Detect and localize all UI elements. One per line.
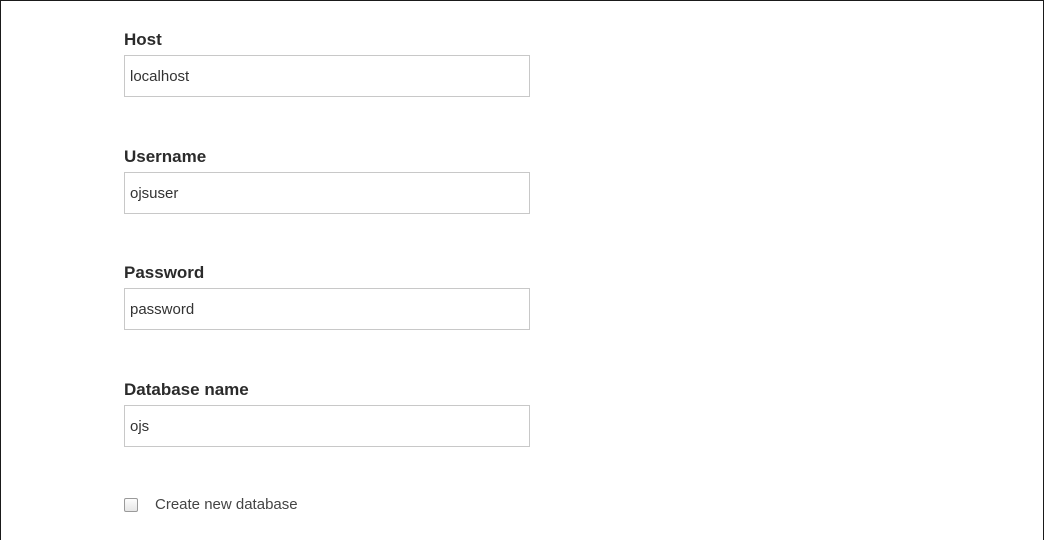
host-field-group: Host xyxy=(124,30,530,97)
username-input[interactable] xyxy=(124,172,530,214)
username-field-group: Username xyxy=(124,147,530,214)
password-input[interactable] xyxy=(124,288,530,330)
username-label: Username xyxy=(124,147,207,166)
database-name-field-group: Database name xyxy=(124,380,530,447)
create-new-database-option[interactable]: Create new database xyxy=(124,496,298,513)
create-new-database-checkbox[interactable] xyxy=(124,497,138,512)
create-new-database-label: Create new database xyxy=(155,496,298,513)
database-name-input[interactable] xyxy=(124,405,530,447)
host-label: Host xyxy=(124,30,162,49)
password-field-group: Password xyxy=(124,263,530,330)
password-label: Password xyxy=(124,263,205,282)
host-input[interactable] xyxy=(124,55,530,97)
database-name-label: Database name xyxy=(124,380,249,399)
